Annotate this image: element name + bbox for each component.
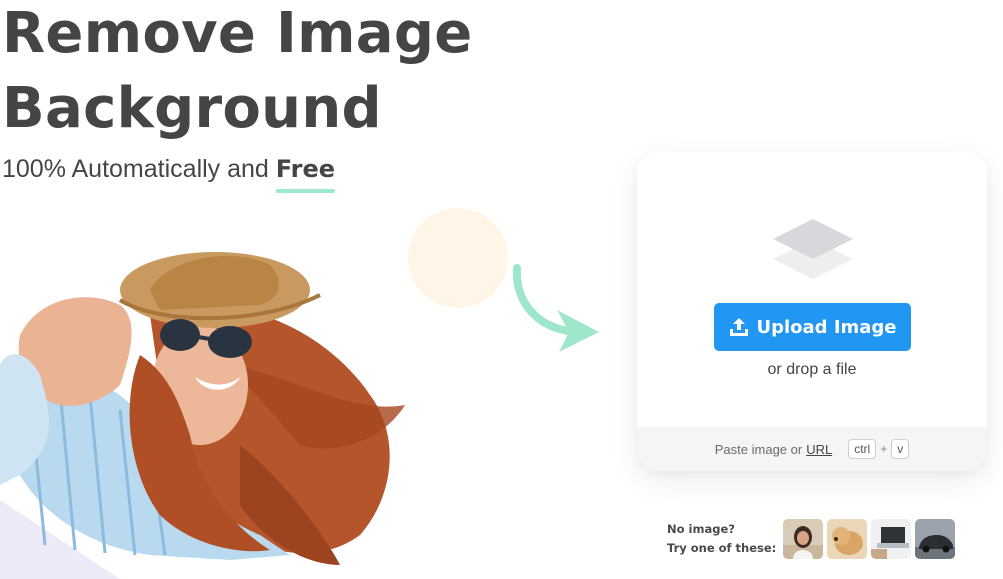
subtitle: 100% Automatically and Free [2,155,336,193]
samples-label-line2: Try one of these: [667,541,777,555]
upload-card[interactable]: Upload Image or drop a file Paste image … [637,151,987,471]
sample-thumbnail-woman[interactable] [783,519,823,559]
title-line-1: Remove Image [2,1,473,66]
upload-image-button[interactable]: Upload Image [714,303,911,351]
page-title: Remove Image Background [2,0,473,146]
title-line-2: Background [2,76,382,141]
upload-icon [730,318,749,336]
sample-images: No image? Try one of these: [667,519,955,559]
plus-sign: + [880,442,888,456]
samples-label-line1: No image? [667,522,735,536]
layers-icon [773,219,853,279]
decorative-circle [408,208,508,308]
v-key: v [891,439,910,459]
sample-thumbnail-car[interactable] [915,519,955,559]
drop-file-text: or drop a file [767,361,857,378]
paste-text: Paste image or [714,441,803,457]
hero-image [0,245,420,579]
subtitle-highlight: Free [275,155,336,193]
sample-thumbnail-dog[interactable] [827,519,867,559]
paste-bar: Paste image or URL ctrl + v [637,427,987,471]
arrow-icon [512,264,599,352]
thumbnail-list [783,519,955,559]
ctrl-key: ctrl [848,439,877,459]
page: Remove Image Background 100% Automatical… [0,0,1003,579]
url-link[interactable]: URL [806,442,832,457]
upload-button-label: Upload Image [756,316,897,338]
sample-thumbnail-laptop[interactable] [871,519,911,559]
samples-label: No image? Try one of these: [667,520,783,558]
subtitle-prefix: 100% Automatically and [2,155,276,183]
